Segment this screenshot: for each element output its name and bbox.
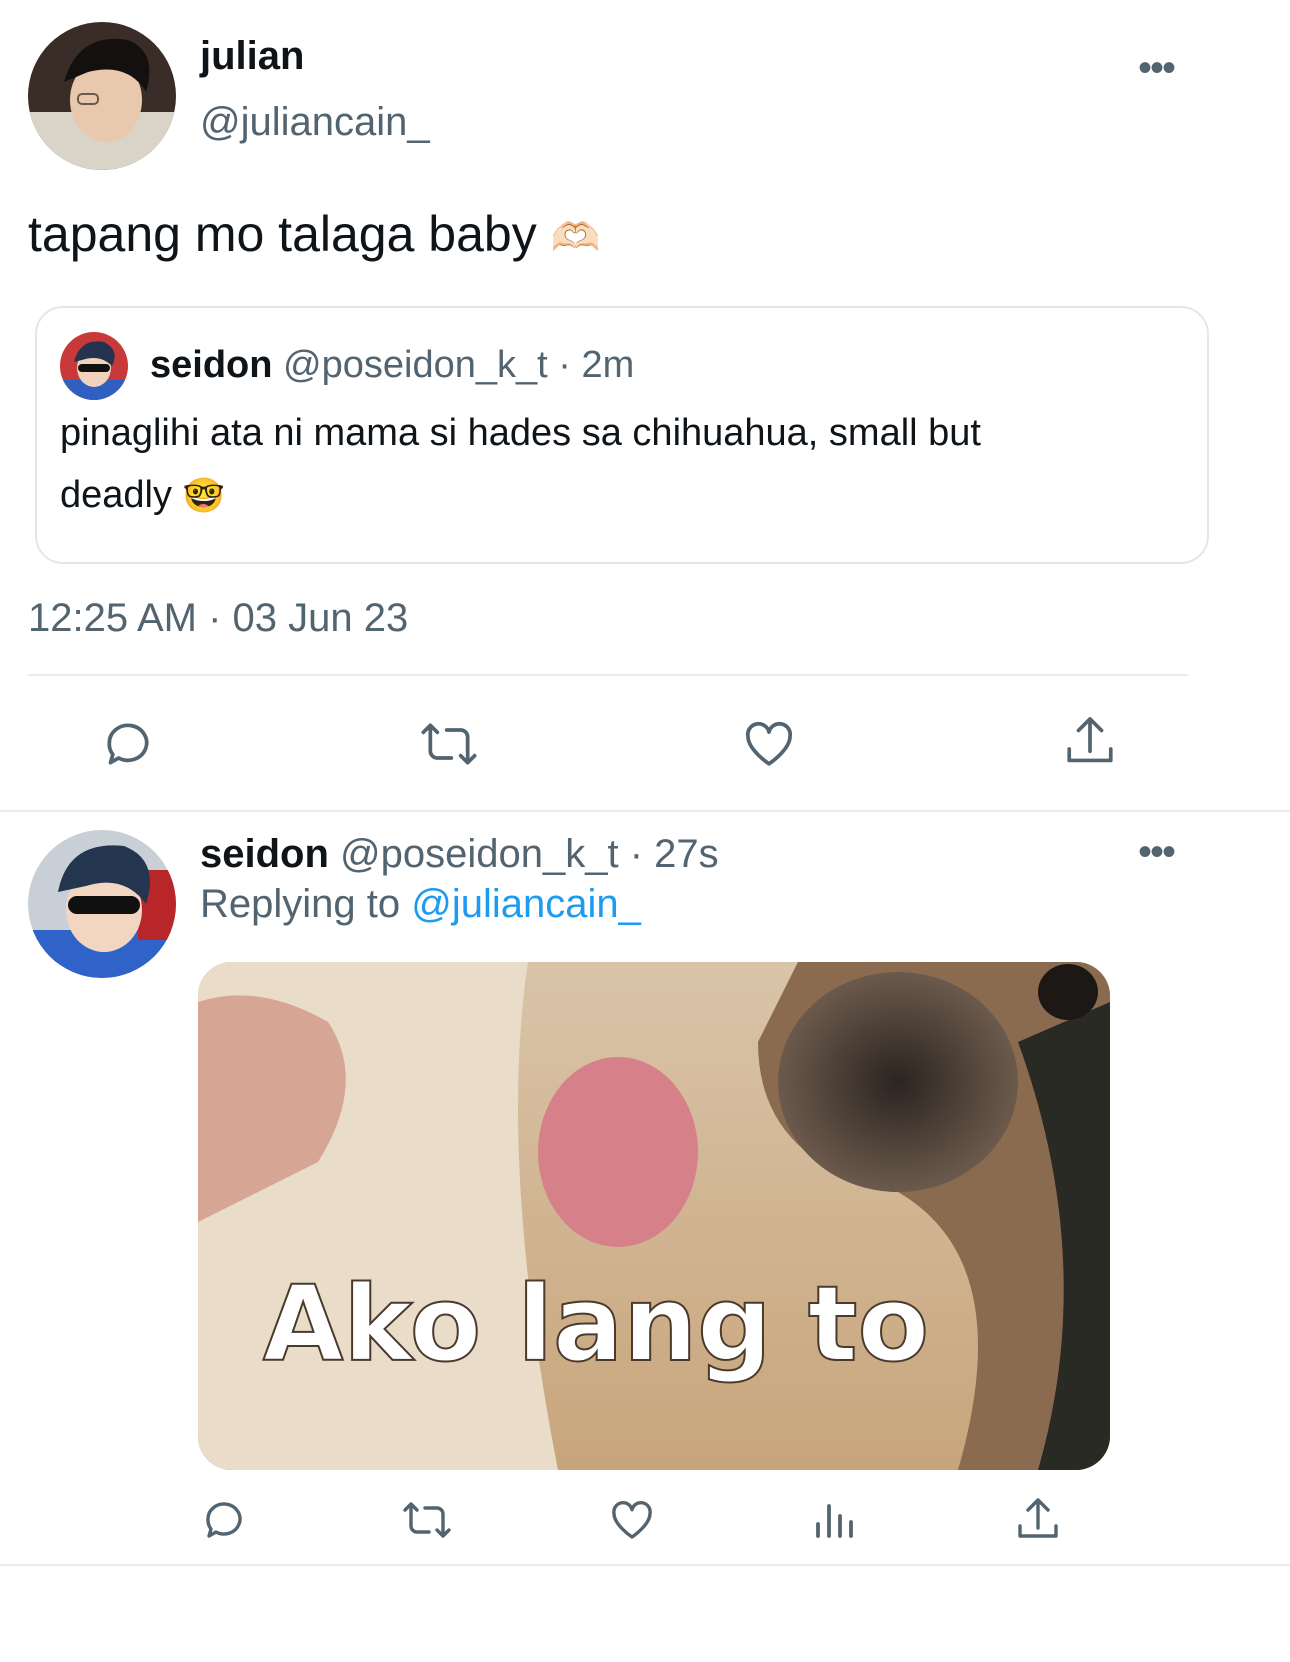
author-handle[interactable]: @juliancain_ [200, 100, 430, 145]
timestamp-divider [28, 674, 1188, 676]
replying-to-label: Replying to [200, 882, 401, 926]
nerd-face-emoji: 🤓 [182, 477, 225, 515]
tweet-timestamp[interactable]: 12:25 AM · 03 Jun 23 [28, 596, 408, 641]
reply-reply-icon[interactable] [200, 1496, 248, 1544]
reply-like-icon[interactable] [608, 1496, 656, 1544]
reply-header: seidon @poseidon_k_t · 27s [200, 832, 719, 877]
reply-share-icon[interactable] [1014, 1494, 1062, 1546]
quoted-age: · 2m [558, 344, 635, 386]
reply-author-avatar[interactable] [28, 830, 176, 978]
like-icon[interactable] [740, 716, 798, 772]
reply-author-handle[interactable]: @poseidon_k_t [340, 832, 619, 876]
replying-to-handle[interactable]: @juliancain_ [411, 882, 641, 926]
reply-views-icon[interactable] [812, 1496, 860, 1544]
reply-author-name[interactable]: seidon [200, 832, 329, 876]
retweet-icon[interactable] [418, 716, 480, 772]
bottom-divider [0, 1564, 1290, 1566]
reply-retweet-icon[interactable] [400, 1496, 454, 1544]
quoted-text-line1: pinaglihi ata ni mama si hades sa chihua… [60, 412, 981, 454]
quoted-text-line2-row: deadly 🤓 [60, 474, 225, 517]
reply-age: · 27s [629, 832, 719, 876]
replying-to-row: Replying to @juliancain_ [200, 882, 641, 927]
quoted-text-line2: deadly [60, 474, 172, 516]
author-name[interactable]: julian [200, 34, 304, 79]
author-avatar[interactable] [28, 22, 176, 170]
reply-media-image[interactable]: Ako lang to [198, 962, 1110, 1470]
quoted-header: seidon @poseidon_k_t · 2m [150, 344, 634, 387]
quoted-author-handle: @poseidon_k_t [283, 344, 548, 386]
quoted-author-name: seidon [150, 344, 273, 386]
more-options-icon[interactable]: ••• [1138, 48, 1176, 88]
image-caption: Ako lang to [263, 1263, 929, 1385]
heart-hands-emoji: 🫶🏻 [550, 216, 601, 260]
share-icon[interactable] [1062, 712, 1118, 772]
reply-more-options-icon[interactable]: ••• [1138, 832, 1176, 872]
quoted-author-avatar [60, 332, 128, 400]
tweet-text-row: tapang mo talaga baby 🫶🏻 [28, 205, 600, 263]
tweet-text: tapang mo talaga baby [28, 206, 537, 262]
tweet-divider [0, 810, 1290, 812]
reply-icon[interactable] [100, 716, 156, 772]
